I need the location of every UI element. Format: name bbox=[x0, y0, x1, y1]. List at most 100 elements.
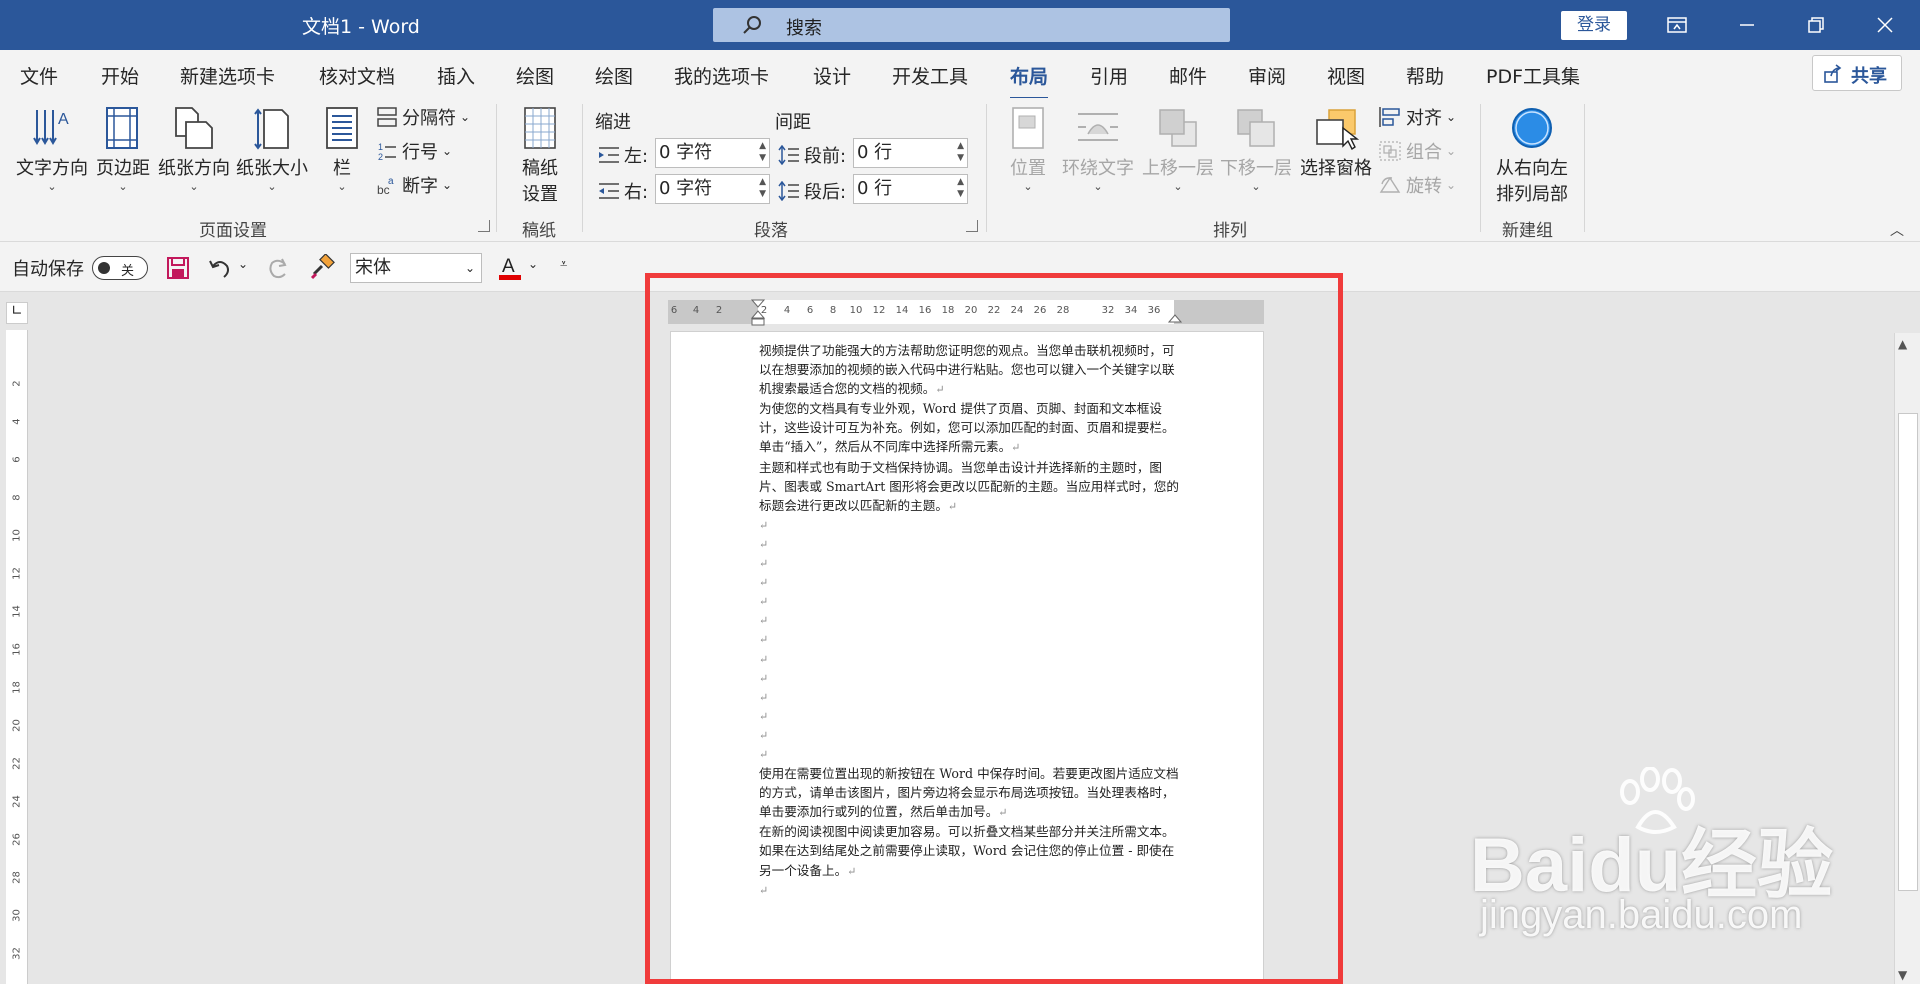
customize-qat-icon[interactable]: ⩡ bbox=[560, 257, 567, 272]
margins-button[interactable]: 页边距 ⌄ bbox=[94, 106, 152, 193]
chevron-down-icon: ⌄ bbox=[1023, 180, 1033, 193]
tab-mailings[interactable]: 邮件 bbox=[1169, 62, 1207, 89]
indent-left-input[interactable]: 0 字符 ▲ ▼ bbox=[655, 138, 770, 168]
minimize-icon bbox=[1740, 24, 1754, 26]
tab-home[interactable]: 开始 bbox=[101, 62, 139, 89]
tab-developer[interactable]: 开发工具 bbox=[892, 62, 968, 89]
ribbon: A 文字方向 ⌄ 页边距 ⌄ 纸张方向 ⌄ 纸张大小 ⌄ 栏 ⌄ 分隔符 ⌄ 12… bbox=[0, 98, 1920, 242]
autosave-state: 关 bbox=[121, 264, 135, 279]
chevron-down-icon: ⌄ bbox=[118, 180, 128, 193]
manuscript-setup-button[interactable]: 稿纸 设置 bbox=[512, 106, 568, 206]
wrap-text-button[interactable]: 环绕文字 ⌄ bbox=[1060, 106, 1136, 193]
tab-insert[interactable]: 插入 bbox=[437, 62, 475, 89]
group-objects-icon bbox=[1379, 141, 1401, 161]
ruler-tick-label: 22 bbox=[11, 757, 23, 770]
selection-pane-button[interactable]: 选择窗格 bbox=[1296, 106, 1376, 180]
spin-arrows-icon[interactable]: ▲ ▼ bbox=[759, 140, 766, 164]
line-numbers-button[interactable]: 12 行号 ⌄ bbox=[376, 138, 452, 164]
scrollbar-thumb[interactable] bbox=[1898, 413, 1918, 891]
tab-design[interactable]: 设计 bbox=[813, 62, 851, 89]
autosave-toggle[interactable]: 关 bbox=[92, 256, 148, 280]
font-name-value: 宋体 bbox=[355, 257, 391, 278]
group-objects-button[interactable]: 组合 ⌄ bbox=[1378, 138, 1456, 164]
tab-view[interactable]: 视图 bbox=[1327, 62, 1365, 89]
hyphenation-button[interactable]: bc a 断字 ⌄ bbox=[376, 172, 452, 198]
manuscript-icon bbox=[524, 107, 556, 149]
line-numbers-icon: 12 bbox=[378, 142, 396, 162]
font-name-select[interactable]: 宋体 ⌄ bbox=[350, 253, 482, 283]
tab-references[interactable]: 引用 bbox=[1090, 62, 1128, 89]
group-separator bbox=[1584, 104, 1585, 232]
tab-layout[interactable]: 布局 bbox=[1010, 62, 1049, 100]
size-button[interactable]: 纸张大小 ⌄ bbox=[234, 106, 310, 193]
send-backward-icon bbox=[1237, 109, 1275, 147]
undo-icon[interactable] bbox=[208, 256, 232, 280]
align-icon bbox=[1379, 107, 1400, 127]
tab-file[interactable]: 文件 bbox=[20, 62, 58, 89]
spacing-before-input[interactable]: 0 行 ▲ ▼ bbox=[853, 138, 968, 168]
minimize-button[interactable] bbox=[1717, 0, 1777, 50]
svg-text:1: 1 bbox=[378, 142, 383, 152]
orientation-button[interactable]: 纸张方向 ⌄ bbox=[156, 106, 232, 193]
spin-arrows-icon[interactable]: ▲ ▼ bbox=[759, 176, 766, 200]
indent-right-input[interactable]: 0 字符 ▲ ▼ bbox=[655, 174, 770, 204]
rtl-arrange-button[interactable]: 从右向左 排列局部 bbox=[1490, 106, 1574, 206]
tab-draw-2[interactable]: 绘图 bbox=[595, 62, 633, 89]
chevron-down-icon: ⌄ bbox=[1446, 110, 1457, 124]
bring-forward-button[interactable]: 上移一层 ⌄ bbox=[1140, 106, 1216, 193]
undo-dropdown-icon[interactable]: ⌄ bbox=[238, 257, 248, 271]
ruler-tick-label: 32 bbox=[11, 947, 23, 960]
after-label: 段后: bbox=[804, 182, 847, 203]
rtl-label-2: 排列局部 bbox=[1496, 184, 1568, 205]
tab-new[interactable]: 新建选项卡 bbox=[180, 62, 275, 89]
spin-arrows-icon[interactable]: ▲ ▼ bbox=[957, 140, 964, 164]
paragraph-launcher[interactable] bbox=[966, 220, 978, 232]
spin-arrows-icon[interactable]: ▲ ▼ bbox=[957, 176, 964, 200]
share-button[interactable]: 共享 bbox=[1812, 55, 1902, 91]
position-button[interactable]: 位置 ⌄ bbox=[1000, 106, 1056, 193]
columns-button[interactable]: 栏 ⌄ bbox=[318, 106, 366, 193]
breaks-button[interactable]: 分隔符 ⌄ bbox=[376, 104, 470, 130]
wrap-text-label: 环绕文字 bbox=[1062, 158, 1134, 179]
title-bar: 文档1 - Word 搜索 登录 bbox=[0, 0, 1920, 50]
tab-my-tab[interactable]: 我的选项卡 bbox=[674, 62, 769, 89]
share-label: 共享 bbox=[1851, 66, 1887, 87]
font-color-dropdown-icon[interactable]: ⌄ bbox=[528, 257, 538, 271]
scroll-down-icon[interactable]: ▼ bbox=[1898, 968, 1907, 982]
svg-text:a: a bbox=[388, 176, 394, 187]
save-icon[interactable] bbox=[166, 256, 190, 280]
close-button[interactable] bbox=[1855, 0, 1915, 50]
indent-right-value: 0 字符 bbox=[659, 178, 713, 199]
font-color-icon[interactable]: A bbox=[498, 254, 524, 282]
rotate-label: 旋转 bbox=[1406, 176, 1442, 197]
chevron-down-icon: ⌄ bbox=[1251, 180, 1261, 193]
chevron-down-icon: ⌄ bbox=[1173, 180, 1183, 193]
redo-icon[interactable] bbox=[266, 256, 290, 280]
format-painter-icon[interactable] bbox=[310, 254, 336, 280]
send-backward-button[interactable]: 下移一层 ⌄ bbox=[1218, 106, 1294, 193]
tab-review[interactable]: 审阅 bbox=[1248, 62, 1286, 89]
tab-pdf-tools[interactable]: PDF工具集 bbox=[1486, 62, 1580, 89]
rotate-button[interactable]: 旋转 ⌄ bbox=[1378, 172, 1456, 198]
paper-size-icon bbox=[254, 108, 289, 150]
group-separator bbox=[1480, 104, 1481, 232]
restore-button[interactable] bbox=[1786, 0, 1846, 50]
align-button[interactable]: 对齐 ⌄ bbox=[1378, 104, 1456, 130]
tab-selector-icon[interactable]: ∟ bbox=[6, 302, 28, 324]
manuscript-group-label: 稿纸 bbox=[522, 221, 556, 241]
tab-help[interactable]: 帮助 bbox=[1406, 62, 1444, 89]
spacing-before-label: 段前: bbox=[778, 142, 846, 168]
tab-draw-1[interactable]: 绘图 bbox=[516, 62, 554, 89]
login-button[interactable]: 登录 bbox=[1561, 11, 1627, 40]
tab-proofread[interactable]: 核对文档 bbox=[319, 62, 395, 89]
search-box[interactable]: 搜索 bbox=[713, 8, 1230, 42]
ribbon-display-options-button[interactable] bbox=[1647, 0, 1707, 50]
spacing-after-input[interactable]: 0 行 ▲ ▼ bbox=[853, 174, 968, 204]
vertical-scrollbar[interactable]: ▲ ▼ bbox=[1894, 333, 1920, 984]
search-placeholder: 搜索 bbox=[786, 18, 822, 39]
indent-label: 缩进 bbox=[595, 112, 631, 133]
scroll-up-icon[interactable]: ▲ bbox=[1898, 337, 1907, 351]
collapse-ribbon-icon[interactable]: ︿ bbox=[1890, 220, 1904, 240]
page-setup-launcher[interactable] bbox=[478, 220, 490, 232]
text-direction-button[interactable]: A 文字方向 ⌄ bbox=[14, 106, 90, 193]
